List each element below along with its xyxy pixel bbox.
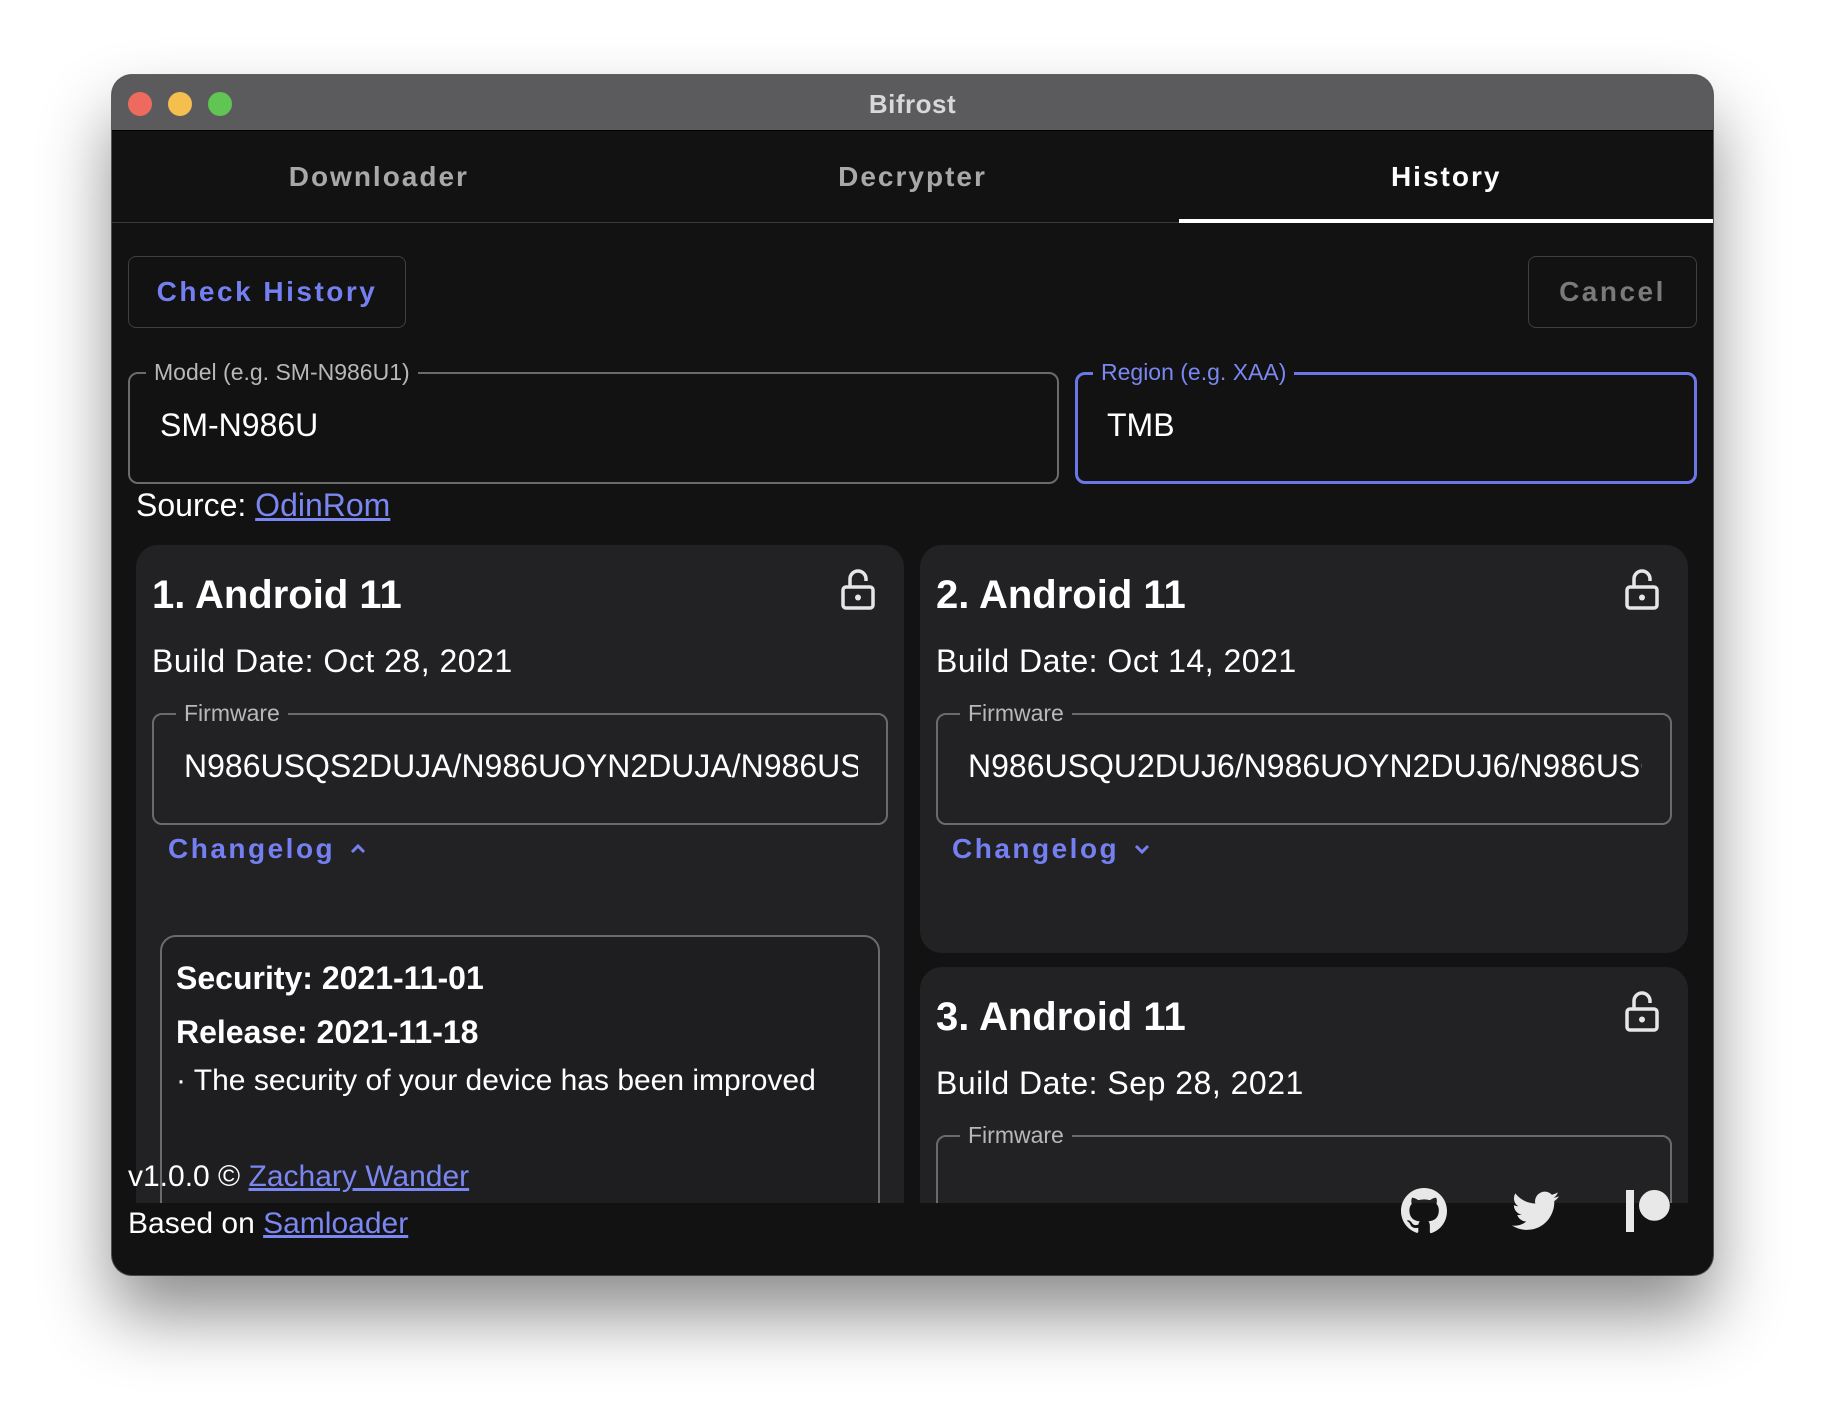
check-history-button[interactable]: Check History — [128, 256, 406, 328]
history-card: 3. Android 11 Build Date: Sep 28, 2021 F… — [920, 967, 1688, 1203]
cancel-button[interactable]: Cancel — [1528, 256, 1697, 328]
changelog-notes: · The security of your device has been i… — [176, 1064, 816, 1097]
based-on-text: Based on — [128, 1207, 264, 1240]
app-window: Bifrost Downloader Decrypter History Che… — [112, 75, 1713, 1275]
samloader-link[interactable]: Samloader — [263, 1207, 408, 1240]
firmware-field[interactable]: Firmware — [936, 1122, 1672, 1203]
changelog-security: Security: 2021-11-01 — [176, 960, 484, 996]
firmware-field-value[interactable]: N986USQS2DUJA/N986UOYN2DUJA/N986USQS2DUJ… — [184, 748, 858, 785]
changelog-label: Changelog — [168, 833, 336, 864]
title-bar: Bifrost — [112, 75, 1713, 131]
card-title: 3. Android 11 — [936, 995, 1186, 1039]
model-field-label: Model (e.g. SM-N986U1) — [146, 359, 418, 385]
twitter-icon[interactable] — [1512, 1187, 1560, 1235]
changelog-release: Release: 2021-11-18 — [176, 1014, 479, 1050]
firmware-field-label: Firmware — [176, 700, 288, 726]
region-field[interactable]: Region (e.g. XAA) TMB — [1075, 359, 1697, 484]
build-date: Build Date: Oct 14, 2021 — [936, 643, 1297, 679]
version-line: v1.0.0 © Zachary Wander — [128, 1160, 469, 1194]
card-title: 1. Android 11 — [152, 573, 402, 617]
lock-open-icon[interactable] — [1624, 989, 1660, 1033]
odinrom-link[interactable]: OdinRom — [255, 487, 390, 523]
changelog-toggle-button[interactable]: Changelog — [952, 821, 1151, 877]
source-line: Source: OdinRom — [136, 487, 390, 524]
window-title: Bifrost — [868, 89, 957, 119]
history-card: 1. Android 11 Build Date: Oct 28, 2021 F… — [136, 545, 904, 1203]
firmware-field[interactable]: Firmware N986USQS2DUJA/N986UOYN2DUJA/N98… — [152, 700, 888, 825]
build-date: Build Date: Oct 28, 2021 — [152, 643, 513, 679]
region-field-value[interactable]: TMB — [1107, 407, 1175, 444]
lock-open-icon[interactable] — [1624, 567, 1660, 611]
tab-bar: Downloader Decrypter History — [112, 131, 1713, 223]
lock-open-icon[interactable] — [840, 567, 876, 611]
patreon-icon[interactable] — [1624, 1187, 1672, 1235]
changelog-label: Changelog — [952, 833, 1120, 864]
model-field[interactable]: Model (e.g. SM-N986U1) SM-N986U — [128, 359, 1059, 484]
firmware-field-value[interactable]: N986USQU2DUJ6/N986UOYN2DUJ6/N986USQU2DUJ… — [968, 748, 1642, 785]
chevron-up-icon — [351, 843, 366, 854]
firmware-field[interactable]: Firmware N986USQU2DUJ6/N986UOYN2DUJ6/N98… — [936, 700, 1672, 825]
region-field-label: Region (e.g. XAA) — [1093, 359, 1295, 385]
based-on-line: Based on Samloader — [128, 1207, 408, 1241]
source-prefix: Source: — [136, 487, 256, 523]
chevron-down-icon — [1135, 844, 1150, 855]
changelog-toggle-button[interactable]: Changelog — [168, 821, 367, 877]
tab-decrypter[interactable]: Decrypter — [646, 131, 1180, 222]
firmware-field-label: Firmware — [960, 700, 1072, 726]
firmware-field-label: Firmware — [960, 1122, 1072, 1148]
history-list[interactable]: 1. Android 11 Build Date: Oct 28, 2021 F… — [112, 545, 1713, 1203]
card-title: 2. Android 11 — [936, 573, 1186, 617]
version-text: v1.0.0 © — [128, 1160, 249, 1193]
model-field-value[interactable]: SM-N986U — [160, 407, 318, 444]
tab-downloader[interactable]: Downloader — [112, 131, 646, 222]
author-link[interactable]: Zachary Wander — [249, 1160, 470, 1193]
tab-history[interactable]: History — [1179, 131, 1713, 223]
build-date: Build Date: Sep 28, 2021 — [936, 1065, 1304, 1101]
github-icon[interactable] — [1400, 1187, 1448, 1235]
history-card: 2. Android 11 Build Date: Oct 14, 2021 F… — [920, 545, 1688, 953]
